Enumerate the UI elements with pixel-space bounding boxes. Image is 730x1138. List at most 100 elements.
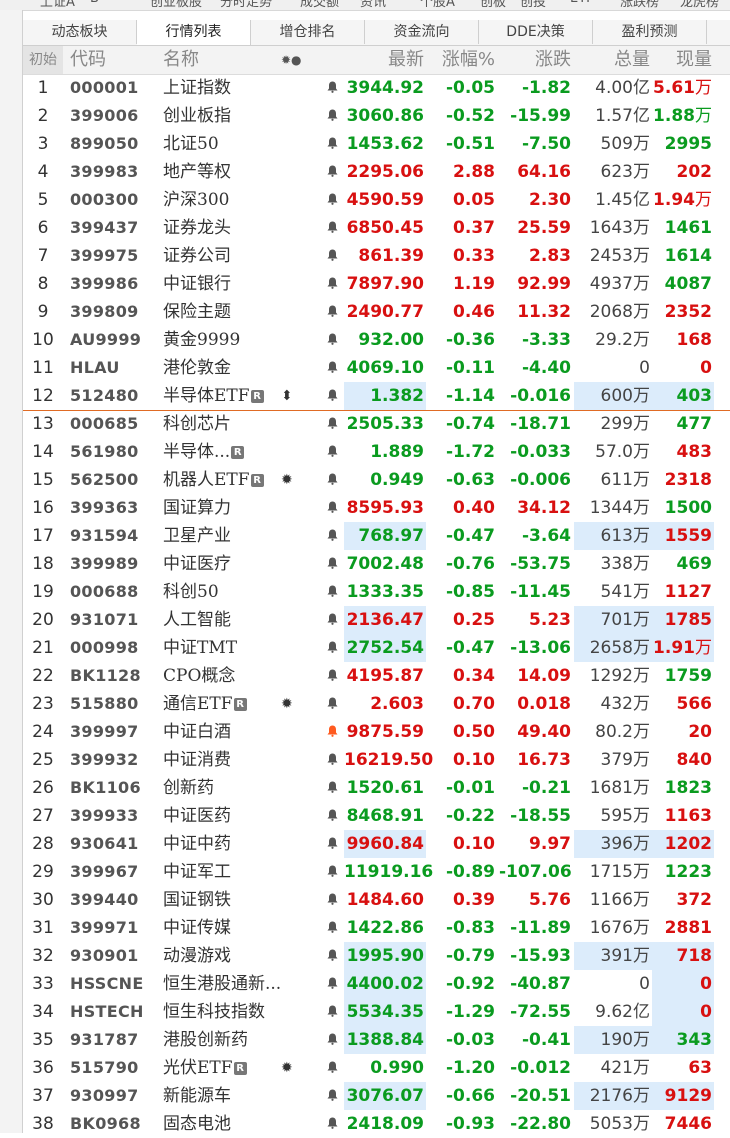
table-row[interactable]: 20 931071 人工智能 2136.47 0.25 5.23 701万 1785 <box>23 606 730 634</box>
table-row[interactable]: 37 930997 新能源车 3076.07 -0.66 -20.51 2176万 9129 <box>23 1082 730 1110</box>
top-menu-item[interactable]: 涨跌榜 <box>620 0 659 10</box>
col-idx[interactable]: 初始 <box>23 46 63 74</box>
col-price[interactable]: 最新 <box>344 46 424 74</box>
top-menu-item[interactable]: 个股A <box>420 0 455 10</box>
col-code[interactable]: 代码 <box>70 46 106 74</box>
star-burst-icon[interactable]: ✹ <box>281 1054 293 1082</box>
col-name[interactable]: 名称 <box>163 46 199 74</box>
table-row[interactable]: 14 561980 半导体... R 1.889 -1.72 -0.033 57.0万 483 <box>23 438 730 466</box>
col-flags[interactable]: ✹● <box>281 46 302 74</box>
table-row[interactable]: 13 000685 科创芯片 2505.33 -0.74 -18.71 299万 477 <box>23 410 730 438</box>
table-row[interactable]: 3 899050 北证50 1453.62 -0.51 -7.50 509万 2995 <box>23 130 730 158</box>
table-row[interactable]: 16 399363 国证算力 8595.93 0.40 34.12 1344万 1500 <box>23 494 730 522</box>
table-row[interactable]: 26 BK1106 创新药 1520.61 -0.01 -0.21 1681万 1823 <box>23 774 730 802</box>
top-menu-item[interactable]: 成交额 <box>300 0 339 10</box>
bell-icon[interactable] <box>321 158 343 186</box>
bell-icon[interactable] <box>321 438 343 466</box>
bell-icon[interactable] <box>321 606 343 634</box>
bell-icon[interactable] <box>321 214 343 242</box>
bell-icon[interactable] <box>321 550 343 578</box>
bell-icon[interactable] <box>321 410 343 438</box>
table-row[interactable]: 35 931787 港股创新药 1388.84 -0.03 -0.41 190万 343 <box>23 1026 730 1054</box>
top-menu-item[interactable]: 上证A <box>40 0 75 10</box>
top-menu-item[interactable]: B <box>90 0 99 6</box>
table-row[interactable]: 36 515790 光伏ETF R ✹ 0.990 -1.20 -0.012 421万 63 <box>23 1054 730 1082</box>
bell-icon[interactable] <box>321 802 343 830</box>
table-row[interactable]: 29 399967 中证军工 11919.16 -0.89 -107.06 1715万 122… <box>23 858 730 886</box>
tab-profit-forecast[interactable]: 盈利预测 <box>593 20 707 44</box>
table-row[interactable]: 21 000998 中证TMT 2752.54 -0.47 -13.06 2658万 1.91… <box>23 634 730 662</box>
bell-icon[interactable] <box>321 942 343 970</box>
top-menu-item[interactable]: 创板 <box>480 0 506 10</box>
bell-icon[interactable] <box>321 970 343 998</box>
table-row[interactable]: 19 000688 科创50 1333.35 -0.85 -11.45 541万 1127 <box>23 578 730 606</box>
bell-icon[interactable] <box>321 718 343 746</box>
table-row[interactable]: 6 399437 证券龙头 6850.45 0.37 25.59 1643万 1461 <box>23 214 730 242</box>
tab-quote-list[interactable]: 行情列表 <box>137 20 251 45</box>
tab-dde-decision[interactable]: DDE决策 <box>479 20 593 44</box>
table-row[interactable]: 17 931594 卫星产业 768.97 -0.47 -3.64 613万 1559 <box>23 522 730 550</box>
table-row[interactable]: 1 000001 上证指数 3944.92 -0.05 -1.82 4.00亿 5.61万 <box>23 74 730 102</box>
table-row[interactable]: 4 399983 地产等权 2295.06 2.88 64.16 623万 202 <box>23 158 730 186</box>
bell-icon[interactable] <box>321 914 343 942</box>
table-row[interactable]: 9 399809 保险主题 2490.77 0.46 11.32 2068万 2352 <box>23 298 730 326</box>
table-row[interactable]: 18 399989 中证医疗 7002.48 -0.76 -53.75 338万 469 <box>23 550 730 578</box>
bell-icon[interactable] <box>321 774 343 802</box>
tab-fund-flow[interactable]: 资金流向 <box>365 20 479 44</box>
table-row[interactable]: 7 399975 证券公司 861.39 0.33 2.83 2453万 1614 <box>23 242 730 270</box>
bell-icon[interactable] <box>321 522 343 550</box>
col-current-volume[interactable]: 现量 <box>652 46 712 74</box>
bell-icon[interactable] <box>321 662 343 690</box>
table-row[interactable]: 34 HSTECH 恒生科技指数 5534.35 -1.29 -72.55 9.62亿 0 <box>23 998 730 1026</box>
bell-icon[interactable] <box>321 858 343 886</box>
table-row[interactable]: 23 515880 通信ETF R ✹ 2.603 0.70 0.018 432万 566 <box>23 690 730 718</box>
bell-icon[interactable] <box>321 130 343 158</box>
bell-icon[interactable] <box>321 102 343 130</box>
table-row[interactable]: 30 399440 国证钢铁 1484.60 0.39 5.76 1166万 372 <box>23 886 730 914</box>
col-change[interactable]: 涨跌 <box>499 46 571 74</box>
col-volume[interactable]: 总量 <box>574 46 650 74</box>
bell-icon[interactable] <box>321 886 343 914</box>
table-row[interactable]: 25 399932 中证消费 16219.50 0.10 16.73 379万 840 <box>23 746 730 774</box>
tab-dynamic-sector[interactable]: 动态板块 <box>23 20 137 44</box>
star-burst-icon[interactable]: ✹ <box>281 690 293 718</box>
top-menu-item[interactable]: 创业板股 <box>150 0 202 10</box>
table-row[interactable]: 10 AU9999 黄金9999 932.00 -0.36 -3.33 29.2万 168 <box>23 326 730 354</box>
bell-icon[interactable] <box>321 242 343 270</box>
top-menu-item[interactable]: ETF <box>570 0 594 6</box>
bell-icon[interactable] <box>321 1054 343 1082</box>
bell-icon[interactable] <box>321 634 343 662</box>
bell-icon[interactable] <box>321 382 343 410</box>
star-burst-icon[interactable]: ✹ <box>281 466 293 494</box>
bell-icon[interactable] <box>321 494 343 522</box>
bell-icon[interactable] <box>321 326 343 354</box>
bell-icon[interactable] <box>321 466 343 494</box>
bell-icon[interactable] <box>321 1110 343 1138</box>
table-row[interactable]: 24 399997 中证白酒 9875.59 0.50 49.40 80.2万 20 <box>23 718 730 746</box>
bell-icon[interactable] <box>321 186 343 214</box>
bell-icon[interactable] <box>321 998 343 1026</box>
table-row[interactable]: 12 512480 半导体ETF R ⬍ 1.382 -1.14 -0.016 600万 403 <box>23 382 730 410</box>
bell-icon[interactable] <box>321 746 343 774</box>
table-row[interactable]: 31 399971 中证传媒 1422.86 -0.83 -11.89 1676万 2881 <box>23 914 730 942</box>
bell-icon[interactable] <box>321 578 343 606</box>
col-change-pct[interactable]: 涨幅% <box>429 46 495 74</box>
bell-icon[interactable] <box>321 354 343 382</box>
table-row[interactable]: 33 HSSCNE 恒生港股通新... 4400.02 -0.92 -40.87 0 0 <box>23 970 730 998</box>
table-row[interactable]: 27 399933 中证医药 8468.91 -0.22 -18.55 595万 1163 <box>23 802 730 830</box>
table-row[interactable]: 28 930641 中证中药 9960.84 0.10 9.97 396万 1202 <box>23 830 730 858</box>
bell-icon[interactable] <box>321 830 343 858</box>
bell-icon[interactable] <box>321 690 343 718</box>
table-row[interactable]: 8 399986 中证银行 7897.90 1.19 92.99 4937万 4087 <box>23 270 730 298</box>
top-menu-item[interactable]: 创投 <box>520 0 546 10</box>
table-row[interactable]: 15 562500 机器人ETF R ✹ 0.949 -0.63 -0.006 611万 2318 <box>23 466 730 494</box>
table-row[interactable]: 32 930901 动漫游戏 1995.90 -0.79 -15.93 391万 718 <box>23 942 730 970</box>
bell-icon[interactable] <box>321 270 343 298</box>
top-menu-item[interactable]: 资讯 <box>360 0 386 10</box>
table-row[interactable]: 5 000300 沪深300 4590.59 0.05 2.30 1.45亿 1.94万 <box>23 186 730 214</box>
bell-icon[interactable] <box>321 74 343 102</box>
updown-arrow-icon[interactable]: ⬍ <box>281 382 293 410</box>
tab-position-ranking[interactable]: 增仓排名 <box>251 20 365 44</box>
bell-icon[interactable] <box>321 1082 343 1110</box>
top-menu-item[interactable]: 分时走势 <box>220 0 272 10</box>
